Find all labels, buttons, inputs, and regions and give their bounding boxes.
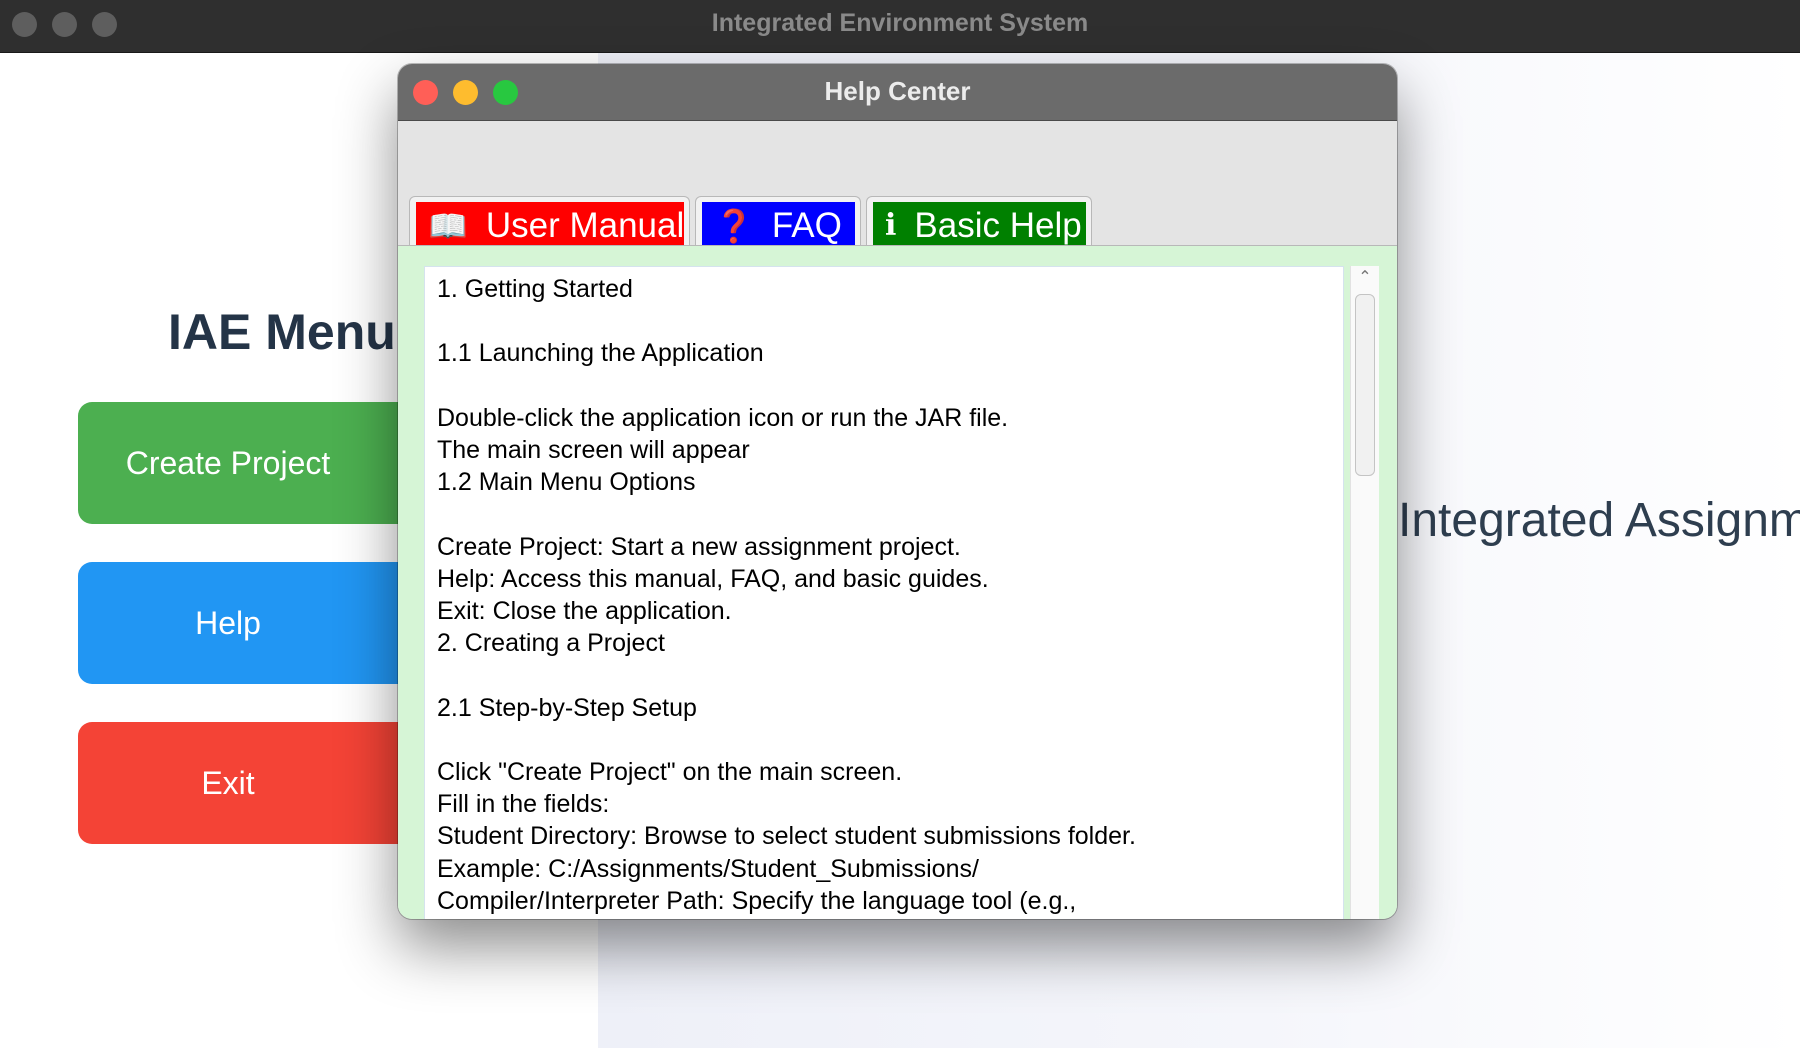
- vertical-scrollbar[interactable]: ⌃ ⌄: [1350, 266, 1379, 919]
- main-window-title: Integrated Environment System: [711, 9, 1089, 37]
- book-icon: 📖: [428, 207, 468, 244]
- question-icon: ❓: [714, 207, 754, 244]
- tab-content-panel: 1. Getting Started 1.1 Launching the App…: [398, 246, 1397, 919]
- help-titlebar: Help Center: [398, 64, 1397, 121]
- menu-title: IAE Menu: [168, 304, 396, 360]
- user-manual-text-area[interactable]: 1. Getting Started 1.1 Launching the App…: [424, 266, 1344, 919]
- info-icon: i: [885, 208, 897, 243]
- help-window-title: Help Center: [824, 76, 971, 106]
- tab-basic-help[interactable]: i Basic Help: [866, 196, 1092, 249]
- tab-basic-help-label: Basic Help: [914, 205, 1082, 245]
- tab-faq[interactable]: ❓ FAQ: [695, 196, 861, 249]
- scroll-thumb[interactable]: [1355, 294, 1375, 476]
- user-manual-text: 1. Getting Started 1.1 Launching the App…: [437, 275, 1136, 915]
- environment-subtitle: Integrated Assignment Environment: [1398, 494, 1800, 547]
- main-titlebar: Integrated Environment System: [0, 0, 1800, 53]
- tab-faq-label: FAQ: [771, 205, 842, 245]
- tab-strip: 📖 User Manual ❓ FAQ i Basic Help: [398, 121, 1397, 249]
- scroll-up-icon[interactable]: ⌃: [1354, 268, 1376, 288]
- tab-user-manual[interactable]: 📖 User Manual: [409, 196, 690, 249]
- help-center-window: Help Center 📖 User Manual ❓ FAQ i Basic …: [398, 64, 1397, 919]
- tab-user-manual-label: User Manual: [485, 205, 685, 245]
